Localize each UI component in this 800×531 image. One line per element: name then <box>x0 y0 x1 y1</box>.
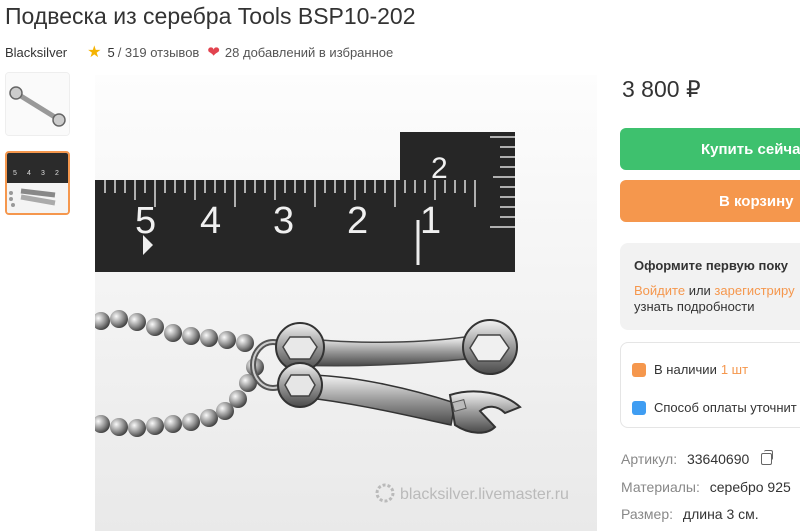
buy-now-button[interactable]: Купить сейча <box>620 128 800 170</box>
in-stock-label: В наличии <box>654 362 717 377</box>
materials-value: серебро 925 <box>709 479 791 495</box>
ruler-label-2-vertical: 2 <box>431 152 448 185</box>
availability-box: В наличии 1 шт Способ оплаты уточнит <box>620 342 800 428</box>
promo-or: или <box>688 283 711 298</box>
first-purchase-promo: Оформите первую поку Войдите или зарегис… <box>620 243 800 330</box>
materials-label: Материалы: <box>621 479 700 495</box>
promo-title: Оформите первую поку <box>634 258 789 273</box>
thumbnail-1[interactable] <box>5 72 70 136</box>
watermark-text: blacksilver.livemaster.ru <box>400 486 569 503</box>
spec-materials: Материалы: серебро 925 <box>621 479 791 495</box>
svg-text:4: 4 <box>27 170 31 177</box>
add-to-cart-button[interactable]: В корзину <box>620 180 800 222</box>
chat-icon <box>632 400 646 415</box>
article-value: 33640690 <box>686 451 750 467</box>
product-meta: Blacksilver ★ 5 / 319 отзывов ❤ 28 добав… <box>5 42 393 62</box>
page-title: Подвеска из серебра Tools BSP10-202 <box>5 3 416 29</box>
size-label: Размер: <box>621 506 674 522</box>
payment-label[interactable]: Способ оплаты уточнит <box>654 400 797 415</box>
favorites-count: 28 добавлений в избранное <box>224 44 394 60</box>
rating-value: 5 <box>107 44 115 60</box>
product-price: 3 800 ₽ <box>622 76 701 102</box>
in-stock-row: В наличии 1 шт <box>632 362 748 377</box>
size-value: длина 3 см. <box>682 506 759 522</box>
copy-icon[interactable] <box>761 450 774 465</box>
article-label: Артикул: <box>621 451 678 467</box>
shop-link[interactable]: Blacksilver <box>5 45 67 60</box>
payment-row[interactable]: Способ оплаты уточнит <box>632 400 797 415</box>
heart-icon[interactable]: ❤ <box>207 43 220 61</box>
login-link[interactable]: Войдите <box>634 283 685 298</box>
reviews-link[interactable]: / 319 отзывов <box>118 45 200 60</box>
bag-icon <box>632 362 646 377</box>
svg-text:2: 2 <box>55 170 59 177</box>
ruler-label-1: 1 <box>420 200 441 242</box>
svg-text:3: 3 <box>41 170 45 177</box>
ruler-label-4: 4 <box>200 200 221 242</box>
promo-auth-line: Войдите или зарегистриру <box>634 283 800 299</box>
thumbnail-2[interactable]: 5 4 3 2 <box>5 151 70 215</box>
stock-count: 1 шт <box>720 362 749 377</box>
main-product-photo[interactable]: 5 4 3 2 1 2 blacksilver.livemaster.ru <box>95 75 597 531</box>
svg-text:5: 5 <box>13 170 17 177</box>
ruler-label-2: 2 <box>347 200 368 242</box>
promo-details: узнать подробности <box>634 299 755 314</box>
star-icon: ★ <box>87 44 102 61</box>
spec-size: Размер: длина 3 см. <box>621 506 759 522</box>
spec-article: Артикул: 33640690 <box>621 450 774 467</box>
ruler-label-5: 5 <box>135 200 156 242</box>
register-link[interactable]: зарегистриру <box>714 283 794 298</box>
ruler-label-3: 3 <box>273 200 294 242</box>
